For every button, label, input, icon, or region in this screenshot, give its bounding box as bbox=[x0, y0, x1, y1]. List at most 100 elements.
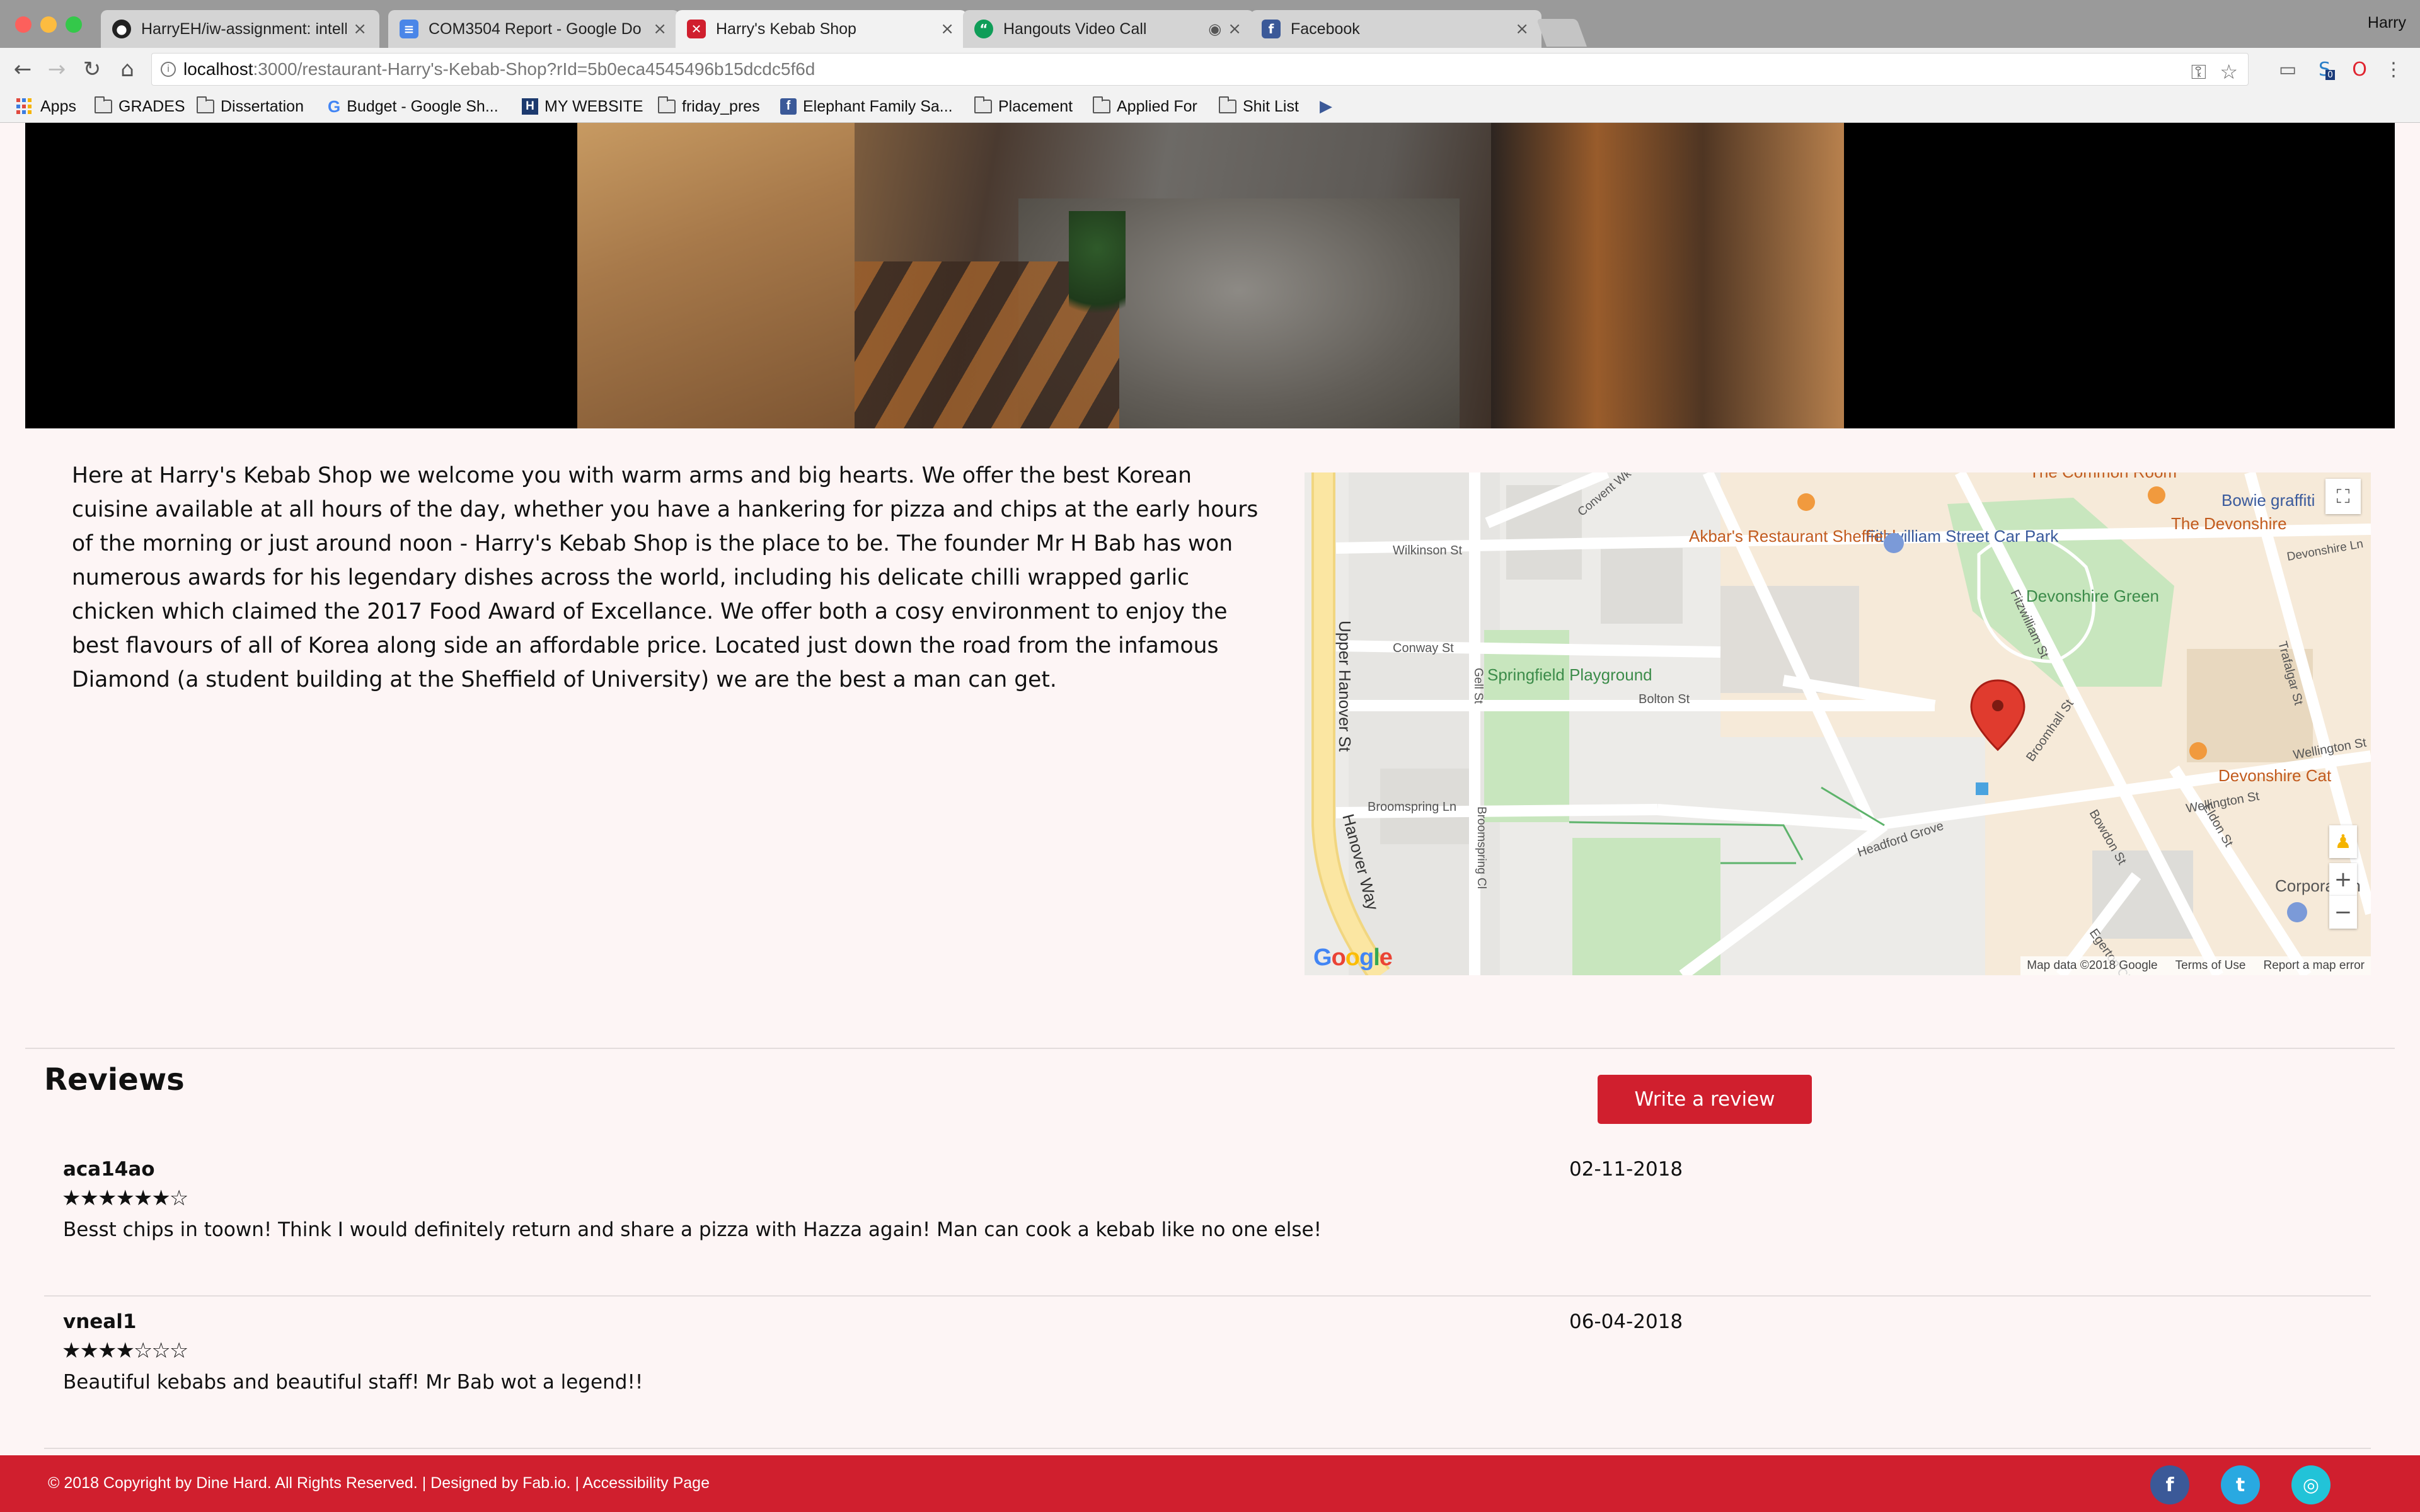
tab-kebab-shop[interactable]: ✕ Harry's Kebab Shop × bbox=[676, 10, 967, 48]
url-host: localhost bbox=[183, 59, 253, 79]
folder-icon bbox=[1093, 96, 1110, 113]
review-username[interactable]: aca14ao bbox=[63, 1158, 155, 1181]
write-review-button[interactable]: Write a review bbox=[1598, 1075, 1812, 1124]
opera-icon[interactable]: O bbox=[2347, 57, 2372, 82]
section-divider bbox=[25, 1048, 2395, 1049]
tab-github[interactable]: ● HarryEH/iw-assignment: intelli × bbox=[101, 10, 379, 48]
report-map-error-link[interactable]: Report a map error bbox=[2263, 959, 2365, 973]
google-icon: G bbox=[328, 96, 341, 116]
google-docs-icon: ≡ bbox=[400, 20, 418, 38]
bookmark-label: Elephant Family Sa... bbox=[803, 97, 953, 115]
facebook-icon: f bbox=[780, 98, 797, 115]
bookmark-shit-list[interactable]: Shit List bbox=[1219, 96, 1299, 117]
bookmark-dissertation[interactable]: Dissertation bbox=[197, 96, 304, 117]
close-tab-icon[interactable]: × bbox=[353, 20, 367, 38]
extension-icon[interactable]: S0 bbox=[2314, 57, 2339, 82]
new-tab-button[interactable] bbox=[1536, 19, 1587, 47]
location-map[interactable]: Wilkinson St Conway St Bolton St Broomsp… bbox=[1305, 472, 2371, 975]
bookmark-label: Dissertation bbox=[221, 97, 304, 115]
restaurant-icon: ✕ bbox=[687, 20, 706, 38]
tab-title: Harry's Kebab Shop bbox=[716, 20, 856, 38]
browser-chrome: ● HarryEH/iw-assignment: intelli × ≡ COM… bbox=[0, 0, 2420, 123]
bookmark-label: Shit List bbox=[1243, 97, 1299, 115]
minimize-window-button[interactable] bbox=[40, 16, 57, 33]
map-label: Bolton St bbox=[1639, 692, 1690, 706]
bookmarks-overflow-icon[interactable]: ▶ bbox=[1320, 96, 1332, 117]
street-view-pegman-icon[interactable]: ♟ bbox=[2329, 825, 2357, 858]
bookmark-label: GRADES bbox=[118, 97, 185, 115]
tab-facebook[interactable]: f Facebook × bbox=[1250, 10, 1541, 48]
map-label: Devonshire Cat bbox=[2218, 766, 2332, 785]
instagram-icon[interactable]: ◎ bbox=[2291, 1465, 2331, 1504]
page-footer: © 2018 Copyright by Dine Hard. All Right… bbox=[0, 1455, 2420, 1512]
tab-title: COM3504 Report - Google Do bbox=[429, 20, 642, 38]
footer-copyright[interactable]: © 2018 Copyright by Dine Hard. All Right… bbox=[48, 1474, 710, 1492]
bookmark-star-icon[interactable]: ☆ bbox=[2220, 56, 2238, 88]
bookmark-grades[interactable]: GRADES bbox=[95, 96, 185, 117]
bookmark-label: MY WEBSITE bbox=[544, 97, 643, 115]
recording-icon: ◉ bbox=[1208, 20, 1222, 38]
bookmark-my-website[interactable]: H MY WEBSITE bbox=[522, 96, 643, 117]
key-icon[interactable]: ⚿ bbox=[2191, 56, 2206, 88]
bookmark-label: friday_pres bbox=[682, 97, 760, 115]
close-tab-icon[interactable]: × bbox=[653, 20, 667, 38]
map-label: Gell St bbox=[1472, 668, 1485, 704]
menu-icon[interactable]: ⋮ bbox=[2381, 57, 2406, 82]
review-text: Beautiful kebabs and beautiful staff! Mr… bbox=[63, 1371, 643, 1394]
map-label: Wilkinson St bbox=[1393, 544, 1462, 558]
bookmark-label: Apps bbox=[40, 97, 76, 115]
tab-title: HarryEH/iw-assignment: intelli bbox=[141, 20, 347, 38]
close-tab-icon[interactable]: × bbox=[1515, 20, 1529, 38]
map-canvas[interactable]: Wilkinson St Conway St Bolton St Broomsp… bbox=[1305, 472, 2371, 975]
map-data-credit: Map data ©2018 Google bbox=[2027, 959, 2158, 972]
folder-icon bbox=[95, 96, 112, 113]
review-username[interactable]: vneal1 bbox=[63, 1310, 136, 1333]
tab-strip: ● HarryEH/iw-assignment: intelli × ≡ COM… bbox=[0, 0, 2420, 48]
close-tab-icon[interactable]: × bbox=[1228, 20, 1242, 38]
review-date: 06-04-2018 bbox=[1569, 1310, 1683, 1333]
twitter-icon[interactable]: t bbox=[2221, 1465, 2260, 1504]
map-label: Bowie graffiti bbox=[2221, 491, 2315, 510]
cast-icon[interactable]: ▭ bbox=[2275, 57, 2300, 82]
tab-google-docs[interactable]: ≡ COM3504 Report - Google Do × bbox=[388, 10, 679, 48]
close-window-button[interactable] bbox=[15, 16, 32, 33]
map-label: Akbar's Restaurant Sheffield bbox=[1689, 527, 1896, 546]
forward-button[interactable]: → bbox=[42, 54, 72, 84]
browser-toolbar: ← → ↻ ⌂ i localhost:3000/restaurant-Harr… bbox=[0, 48, 2420, 91]
review-item: vneal1 06-04-2018 ★★★★☆☆☆ Beautiful keba… bbox=[44, 1298, 2371, 1449]
maximize-window-button[interactable] bbox=[66, 16, 82, 33]
info-icon[interactable]: i bbox=[161, 62, 176, 77]
hangouts-icon: “ bbox=[974, 20, 993, 38]
github-icon: ● bbox=[112, 20, 131, 38]
close-tab-icon[interactable]: × bbox=[940, 20, 954, 38]
facebook-icon[interactable]: f bbox=[2150, 1465, 2189, 1504]
tab-hangouts[interactable]: “ Hangouts Video Call ◉ × bbox=[963, 10, 1254, 48]
zoom-out-button[interactable]: − bbox=[2329, 896, 2357, 929]
review-item: aca14ao 02-11-2018 ★★★★★★☆ Besst chips i… bbox=[44, 1145, 2371, 1297]
review-text: Besst chips in toown! Think I would defi… bbox=[63, 1218, 1322, 1241]
back-button[interactable]: ← bbox=[8, 54, 38, 84]
bookmark-placement[interactable]: Placement bbox=[974, 96, 1073, 117]
bookmark-budget[interactable]: G Budget - Google Sh... bbox=[328, 96, 498, 117]
bookmark-apps[interactable]: Apps bbox=[16, 96, 76, 117]
zoom-in-button[interactable]: + bbox=[2329, 863, 2357, 896]
tab-title: Hangouts Video Call bbox=[1003, 20, 1147, 38]
home-button[interactable]: ⌂ bbox=[112, 54, 142, 84]
address-bar[interactable]: i localhost:3000/restaurant-Harry's-Keba… bbox=[151, 53, 2249, 86]
bookmark-friday-pres[interactable]: friday_pres bbox=[658, 96, 760, 117]
bookmarks-bar: Apps GRADES Dissertation G Budget - Goog… bbox=[0, 91, 2420, 123]
tab-title: Facebook bbox=[1291, 20, 1360, 38]
bookmark-applied-for[interactable]: Applied For bbox=[1093, 96, 1197, 117]
reload-button[interactable]: ↻ bbox=[77, 54, 107, 84]
map-label: Broomspring Cl bbox=[1475, 806, 1488, 889]
bookmark-elephant-family[interactable]: f Elephant Family Sa... bbox=[780, 96, 953, 117]
google-logo: Google bbox=[1313, 944, 1393, 971]
restaurant-description: Here at Harry's Kebab Shop we welcome yo… bbox=[72, 463, 1259, 692]
restaurant-hero-image bbox=[25, 123, 2395, 428]
folder-icon bbox=[197, 96, 214, 113]
map-attribution: Map data ©2018 Google Terms of Use Repor… bbox=[2020, 956, 2371, 975]
star-rating-icon: ★★★★★★☆ bbox=[62, 1186, 188, 1211]
fullscreen-button[interactable]: ⛶ bbox=[2325, 479, 2361, 514]
terms-of-use-link[interactable]: Terms of Use bbox=[2175, 959, 2246, 973]
profile-name[interactable]: Harry bbox=[2368, 14, 2406, 32]
